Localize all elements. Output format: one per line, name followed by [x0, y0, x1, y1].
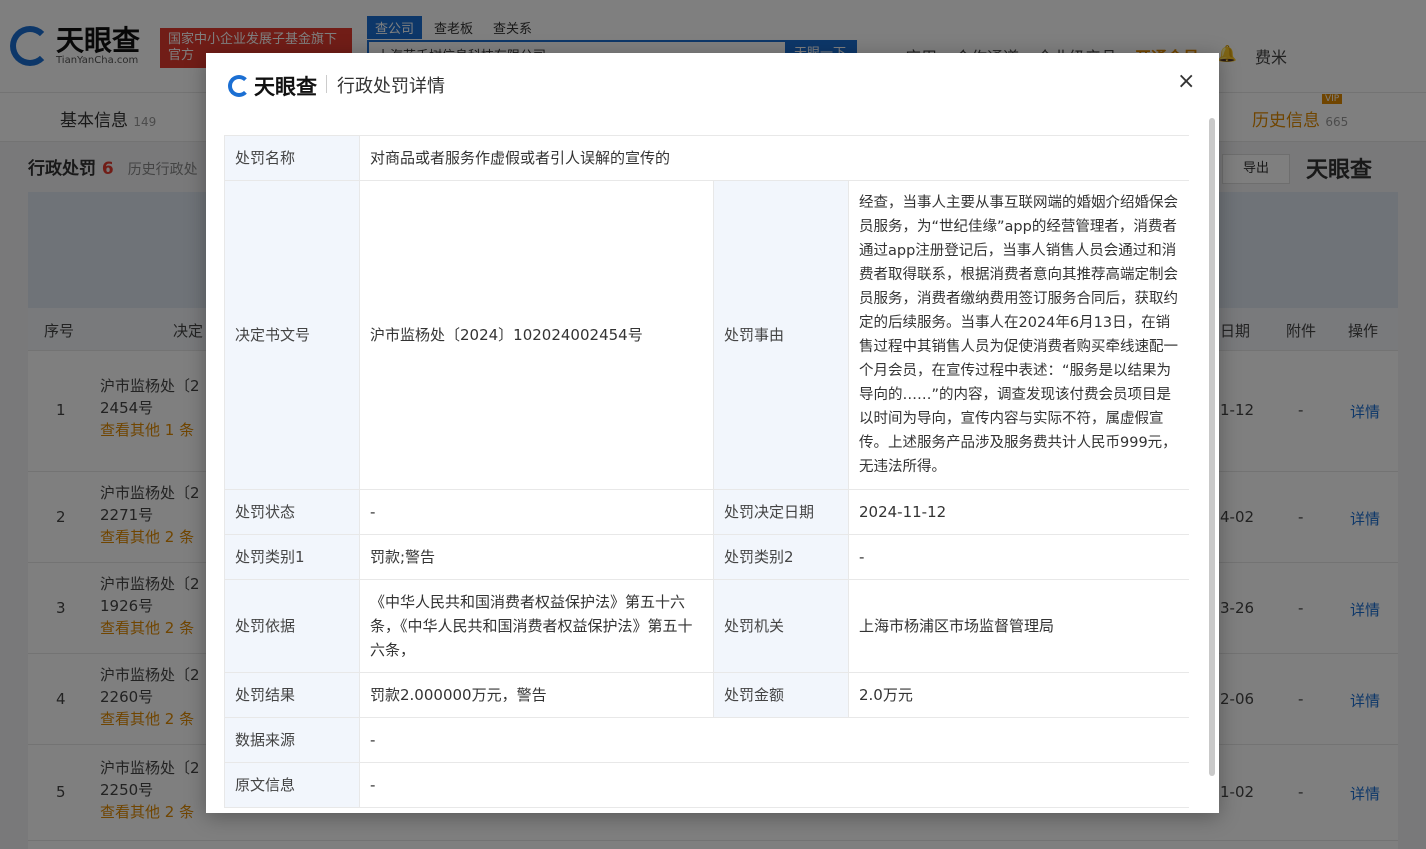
value-original-info: - [358, 762, 1189, 808]
row-penalty-name: 处罚名称 对商品或者服务作虚假或者引人误解的宣传的 [224, 135, 1189, 181]
logo-icon [228, 75, 250, 97]
label-result: 处罚结果 [224, 672, 360, 718]
value-data-source: - [358, 717, 1189, 763]
label-data-source: 数据来源 [224, 717, 360, 763]
close-icon[interactable]: × [1177, 69, 1195, 94]
value-status: - [359, 489, 714, 535]
label-status: 处罚状态 [224, 489, 360, 535]
label-original-info: 原文信息 [224, 762, 360, 808]
label-penalty-name: 处罚名称 [224, 135, 360, 181]
value-type2: - [847, 534, 1189, 580]
row-basis: 处罚依据 《中华人民共和国消费者权益保护法》第五十六条，《中华人民共和国消费者权… [224, 579, 1189, 673]
row-types: 处罚类别1 罚款;警告 处罚类别2 - [224, 534, 1189, 580]
label-basis: 处罚依据 [224, 579, 360, 673]
row-original-info: 原文信息 - [224, 762, 1189, 808]
value-authority: 上海市杨浦区市场监督管理局 [847, 579, 1189, 673]
penalty-detail-modal: 天眼查 行政处罚详情 × 处罚名称 对商品或者服务作虚假或者引人误解的宣传的 决… [206, 53, 1219, 813]
label-decision-date: 处罚决定日期 [713, 489, 849, 535]
detail-table: 处罚名称 对商品或者服务作虚假或者引人误解的宣传的 决定书文号 沪市监杨处〔20… [224, 135, 1189, 808]
modal-title: 行政处罚详情 [337, 76, 445, 97]
row-result: 处罚结果 罚款2.000000万元，警告 处罚金额 2.0万元 [224, 672, 1189, 718]
value-type1: 罚款;警告 [359, 534, 714, 580]
modal-header: 天眼查 行政处罚详情 × [206, 53, 1219, 115]
modal-body: 处罚名称 对商品或者服务作虚假或者引人误解的宣传的 决定书文号 沪市监杨处〔20… [224, 135, 1189, 813]
label-penalty-reason: 处罚事由 [713, 180, 849, 490]
modal-logo: 天眼查 [228, 71, 317, 101]
modal-logo-text: 天眼查 [254, 75, 317, 99]
modal-scrollbar[interactable] [1209, 118, 1215, 776]
row-decision-doc: 决定书文号 沪市监杨处〔2024〕102024002454号 处罚事由 经查，当… [224, 180, 1189, 490]
value-decision-doc: 沪市监杨处〔2024〕102024002454号 [359, 180, 714, 490]
row-status: 处罚状态 - 处罚决定日期 2024-11-12 [224, 489, 1189, 535]
value-decision-date: 2024-11-12 [847, 489, 1189, 535]
value-amount: 2.0万元 [847, 672, 1189, 718]
label-type1: 处罚类别1 [224, 534, 360, 580]
label-amount: 处罚金额 [713, 672, 849, 718]
label-authority: 处罚机关 [713, 579, 849, 673]
value-penalty-reason: 经查，当事人主要从事互联网端的婚姻介绍婚保会员服务，为“世纪佳缘”app的经营管… [847, 180, 1189, 490]
value-penalty-name: 对商品或者服务作虚假或者引人误解的宣传的 [358, 135, 1189, 181]
row-data-source: 数据来源 - [224, 717, 1189, 763]
label-decision-doc: 决定书文号 [224, 180, 360, 490]
label-type2: 处罚类别2 [713, 534, 849, 580]
header-divider [326, 75, 327, 93]
value-result: 罚款2.000000万元，警告 [359, 672, 714, 718]
value-basis: 《中华人民共和国消费者权益保护法》第五十六条，《中华人民共和国消费者权益保护法》… [359, 579, 714, 673]
